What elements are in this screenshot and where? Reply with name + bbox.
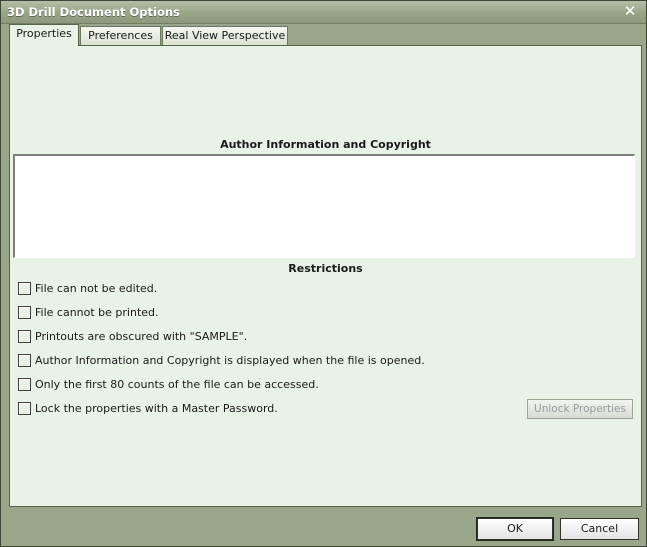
checkbox[interactable] xyxy=(18,402,31,415)
tab-preferences[interactable]: Preferences xyxy=(80,26,161,45)
checkbox[interactable] xyxy=(18,282,31,295)
author-copyright-textarea[interactable] xyxy=(13,154,635,258)
tab-properties[interactable]: Properties xyxy=(9,24,79,46)
checkbox[interactable] xyxy=(18,378,31,391)
title-bar[interactable]: 3D Drill Document Options ✕ xyxy=(1,1,646,24)
restrictions-heading: Restrictions xyxy=(288,262,363,275)
author-heading: Author Information and Copyright xyxy=(220,138,431,151)
ok-button[interactable]: OK xyxy=(477,518,553,540)
cancel-button[interactable]: Cancel xyxy=(560,518,639,540)
checkbox-label: Lock the properties with a Master Passwo… xyxy=(35,402,278,415)
checkbox-label: File cannot be printed. xyxy=(35,306,159,319)
checkbox[interactable] xyxy=(18,354,31,367)
checkbox-label: File can not be edited. xyxy=(35,282,158,295)
checkbox[interactable] xyxy=(18,330,31,343)
checkbox-label: Author Information and Copyright is disp… xyxy=(35,354,425,367)
unlock-properties-button[interactable]: Unlock Properties xyxy=(527,399,633,419)
tab-real-view-perspective[interactable]: Real View Perspective xyxy=(162,26,288,45)
checkbox-label: Printouts are obscured with "SAMPLE". xyxy=(35,330,248,343)
dialog-window: 3D Drill Document Options ✕ Properties P… xyxy=(0,0,647,547)
window-title: 3D Drill Document Options xyxy=(7,5,180,19)
checkbox[interactable] xyxy=(18,306,31,319)
checkbox-label: Only the first 80 counts of the file can… xyxy=(35,378,319,391)
close-icon[interactable]: ✕ xyxy=(622,3,638,19)
properties-panel: Author Information and Copyright Restric… xyxy=(9,45,642,507)
